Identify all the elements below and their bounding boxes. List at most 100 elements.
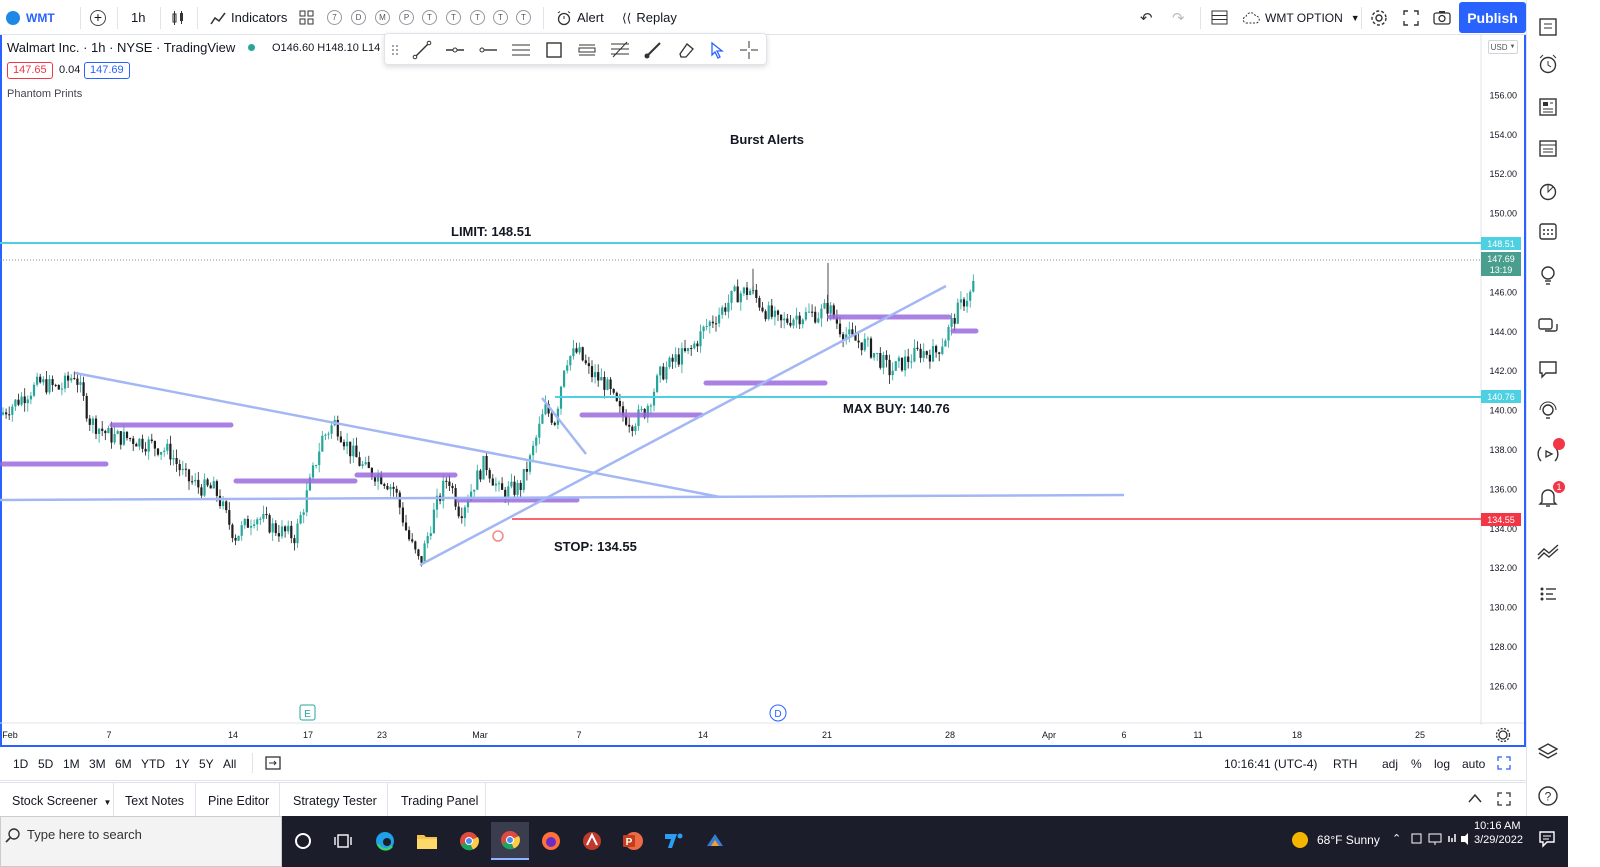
trendline-tool[interactable]	[412, 40, 432, 60]
bid-button[interactable]: 147.65	[7, 62, 53, 79]
long-position-tool[interactable]	[577, 40, 597, 60]
ask-button[interactable]: 147.69	[84, 62, 130, 79]
dividend-marker[interactable]: D	[769, 704, 787, 722]
action-center-button[interactable]	[1538, 830, 1556, 851]
watchlist-button[interactable]	[1537, 16, 1559, 38]
clock-timezone[interactable]: 10:16:41 (UTC-4)	[1224, 757, 1317, 771]
range-all[interactable]: All	[223, 757, 236, 771]
news-button[interactable]	[1537, 96, 1559, 118]
tab-pine-editor[interactable]: Pine Editor	[208, 794, 269, 808]
data-window-button[interactable]	[1537, 137, 1559, 159]
order-panel-button[interactable]	[1537, 582, 1559, 604]
compare-button[interactable]: +	[90, 0, 106, 35]
file-explorer-app[interactable]	[408, 822, 446, 860]
chart-canvas[interactable]: 156.00 154.00 152.00 150.00 146.00 144.00 142.…	[0, 35, 1526, 747]
templates-button[interactable]	[299, 0, 314, 35]
replay-button[interactable]: ⟨⟨ Replay	[622, 0, 677, 35]
range-ytd[interactable]: YTD	[141, 757, 165, 771]
chrome-app[interactable]	[450, 822, 488, 860]
template-t2[interactable]: T	[446, 10, 461, 25]
drag-handle[interactable]	[391, 40, 399, 60]
tray-chevron-up-icon[interactable]: ⌃	[1392, 832, 1401, 845]
symbol-title[interactable]: Walmart Inc. · 1h · NYSE · TradingView	[7, 40, 235, 55]
fib-retracement-tool[interactable]	[610, 40, 630, 60]
rectangle-tool[interactable]	[544, 40, 564, 60]
trading-button[interactable]	[1537, 540, 1559, 562]
template-7[interactable]: 7	[327, 10, 342, 25]
hotlists-button[interactable]	[1537, 180, 1559, 202]
weather-text[interactable]: 68°F Sunny	[1317, 833, 1380, 847]
axis-settings-gear-icon[interactable]	[1495, 727, 1511, 743]
session-toggle[interactable]: RTH	[1333, 757, 1357, 771]
descending-trendline[interactable]	[74, 371, 721, 499]
layout-grid-button[interactable]	[1211, 0, 1228, 35]
template-t3[interactable]: T	[470, 10, 485, 25]
time-axis[interactable]: Feb 7 14 17 23 Mar 7 14 21 28 Apr 6 11 18 25	[2, 730, 1425, 740]
firefox-app[interactable]	[532, 822, 570, 860]
brush-tool[interactable]	[643, 40, 663, 60]
horizontal-ray-tool[interactable]	[445, 40, 465, 60]
tab-stock-screener[interactable]: Stock Screener ▼	[12, 794, 111, 808]
chats-button[interactable]	[1537, 358, 1559, 380]
template-t1[interactable]: T	[422, 10, 437, 25]
snapshot-button[interactable]	[1433, 0, 1451, 35]
thinkorswim-app[interactable]	[696, 822, 734, 860]
streams-button[interactable]	[1537, 316, 1559, 338]
adjust-toggle[interactable]: adj	[1382, 757, 1398, 771]
range-1m[interactable]: 1M	[63, 757, 80, 771]
cursor-tool[interactable]	[707, 40, 727, 60]
powerpoint-app[interactable]: P	[614, 822, 652, 860]
percent-toggle[interactable]: %	[1411, 757, 1422, 771]
interval-button[interactable]: 1h	[131, 0, 145, 35]
indicators-button[interactable]: Indicators	[210, 0, 287, 35]
tab-strategy-tester[interactable]: Strategy Tester	[293, 794, 377, 808]
chrome-active-app[interactable]	[491, 822, 529, 860]
chart-type-button[interactable]	[170, 0, 186, 35]
taskbar-search[interactable]: Type here to search	[0, 816, 282, 867]
ideas-button[interactable]	[1537, 264, 1559, 286]
template-t4[interactable]: T	[493, 10, 508, 25]
template-t5[interactable]: T	[516, 10, 531, 25]
maximize-pane-button[interactable]	[1497, 756, 1511, 773]
task-view-cortana[interactable]	[284, 822, 322, 860]
log-toggle[interactable]: log	[1434, 757, 1450, 771]
anydesk-app[interactable]	[573, 822, 611, 860]
indicator-legend[interactable]: Phantom Prints	[7, 88, 82, 100]
range-3m[interactable]: 3M	[89, 757, 106, 771]
range-6m[interactable]: 6M	[115, 757, 132, 771]
parallel-channel-tool[interactable]	[511, 40, 531, 60]
symbol-search[interactable]: WMT	[6, 0, 55, 35]
publish-button[interactable]: Publish	[1459, 2, 1526, 33]
tab-trading-panel[interactable]: Trading Panel	[401, 794, 478, 808]
alarm-marker-icon[interactable]	[492, 530, 504, 542]
range-1y[interactable]: 1Y	[175, 757, 190, 771]
template-p[interactable]: P	[399, 10, 414, 25]
currency-selector[interactable]: USD ▼	[1488, 40, 1518, 54]
calendar-button[interactable]	[1537, 220, 1559, 242]
earnings-marker[interactable]: E	[299, 704, 316, 721]
undo-button[interactable]: ↶	[1140, 0, 1153, 35]
task-view-button[interactable]	[324, 822, 362, 860]
alert-button[interactable]: Alert	[556, 0, 604, 35]
template-m[interactable]: M	[375, 10, 390, 25]
eraser-tool[interactable]	[676, 40, 696, 60]
template-d[interactable]: D	[351, 10, 366, 25]
layout-name-button[interactable]: WMT OPTION ▼	[1241, 0, 1360, 35]
help-center-button[interactable]	[1537, 400, 1559, 422]
edge-app[interactable]	[366, 822, 404, 860]
range-5y[interactable]: 5Y	[199, 757, 214, 771]
taskbar-clock[interactable]: 10:16 AM 3/29/2022	[1474, 820, 1523, 846]
tradingview-app[interactable]	[655, 822, 693, 860]
tray-icons[interactable]	[1411, 832, 1471, 849]
auto-toggle[interactable]: auto	[1462, 757, 1485, 771]
fullscreen-button[interactable]	[1403, 0, 1419, 35]
object-tree-button[interactable]	[1537, 741, 1559, 763]
goto-date-button[interactable]	[265, 756, 281, 773]
flag-line[interactable]	[541, 397, 587, 455]
tab-text-notes[interactable]: Text Notes	[125, 794, 184, 808]
redo-button[interactable]: ↷	[1172, 0, 1185, 35]
ascending-trendline[interactable]	[419, 284, 947, 567]
help-button[interactable]: ?	[1537, 785, 1559, 807]
settings-button[interactable]	[1370, 0, 1388, 35]
range-1d[interactable]: 1D	[13, 757, 28, 771]
